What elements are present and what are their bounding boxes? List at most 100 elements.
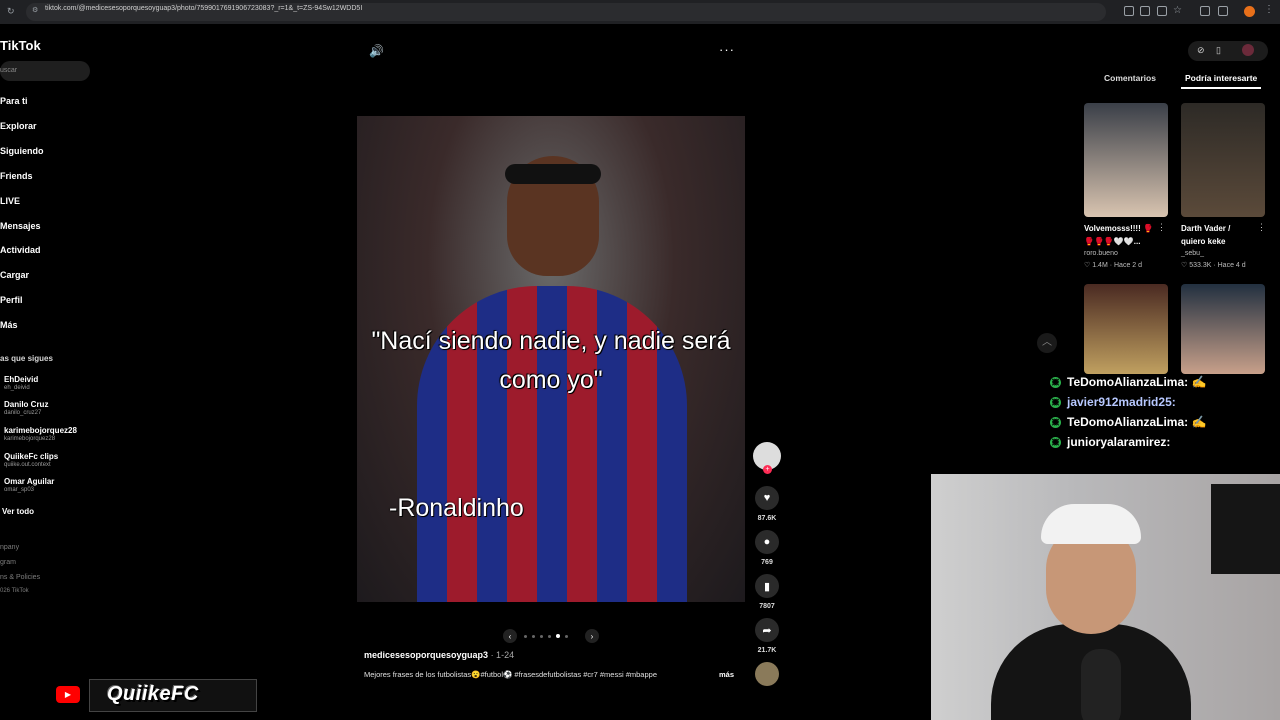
post-caption: Mejores frases de los futbolistas😮#futbo…: [364, 670, 657, 679]
nav-actividad[interactable]: Actividad: [0, 245, 41, 255]
save-count: 7807: [759, 603, 775, 610]
zoom-icon[interactable]: [1140, 6, 1150, 16]
tab-comentarios[interactable]: Comentarios: [1104, 73, 1156, 83]
nav-friends[interactable]: Friends: [0, 171, 33, 181]
translate-icon[interactable]: [1124, 6, 1134, 16]
comment-icon[interactable]: ●: [755, 530, 779, 554]
nav-cargar[interactable]: Cargar: [0, 270, 29, 280]
share-icon[interactable]: ➦: [755, 618, 779, 642]
youtube-icon: ▶: [56, 686, 80, 703]
music-disc[interactable]: [755, 662, 779, 686]
microphone: [1081, 649, 1121, 720]
card-stats: ♡ 533.3K · Hace 4 d: [1181, 262, 1246, 269]
nav-siguiendo[interactable]: Siguiendo: [0, 146, 44, 156]
post-date: · 1-24: [490, 650, 515, 660]
volume-icon[interactable]: 🔊: [369, 44, 384, 58]
extensions-icon[interactable]: [1200, 6, 1210, 16]
following-header: as que sigues: [0, 354, 53, 363]
video-thumbnail[interactable]: [1181, 103, 1265, 217]
chat-user: TeDomoAlianzaLima:: [1067, 375, 1189, 389]
search-input[interactable]: uscar: [0, 61, 90, 81]
chat-user: javier912madrid25:: [1067, 395, 1176, 409]
see-all-link[interactable]: Ver todo: [2, 507, 34, 516]
card-title[interactable]: Darth Vader /: [1181, 224, 1230, 233]
chat-message: ✕ TeDomoAlianzaLima: ✍: [1050, 415, 1206, 429]
bookmark-star-icon[interactable]: ☆: [1173, 5, 1182, 16]
chat-user: TeDomoAlianzaLima:: [1067, 415, 1189, 429]
bookmark-icon[interactable]: ▮: [755, 574, 779, 598]
post-author-line[interactable]: medicesesoporquesoyguap3 · 1-24: [364, 650, 514, 660]
post-username[interactable]: medicesesoporquesoyguap3: [364, 650, 488, 660]
card-subtitle: quiero keke: [1181, 237, 1226, 246]
cast-icon[interactable]: [1157, 6, 1167, 16]
carousel-next-icon[interactable]: ›: [585, 629, 599, 643]
card-title[interactable]: Volvemosss!!!! 🥊: [1084, 224, 1153, 233]
search-placeholder: uscar: [0, 67, 18, 74]
following-name[interactable]: karimebojorquez28: [4, 426, 77, 435]
following-user: quiike.out.context: [4, 462, 51, 468]
sidepanel-icon[interactable]: [1218, 6, 1228, 16]
card-stats: ♡ 1.4M · Hace 2 d: [1084, 262, 1143, 269]
nav-mas[interactable]: Más: [0, 320, 18, 330]
tiktok-logo[interactable]: TikTok: [0, 38, 41, 53]
nav-mensajes[interactable]: Mensajes: [0, 221, 41, 231]
nav-explorar[interactable]: Explorar: [0, 121, 37, 131]
video-thumbnail[interactable]: [1084, 103, 1168, 217]
wall-jersey: [1211, 484, 1280, 574]
profile-avatar[interactable]: [1244, 6, 1255, 17]
more-options-icon[interactable]: ···: [719, 42, 735, 57]
headband: [505, 164, 601, 184]
reload-icon[interactable]: ↻: [7, 6, 15, 17]
following-name[interactable]: Danilo Cruz: [4, 400, 48, 409]
chat-badge-icon: ✕: [1050, 377, 1061, 389]
nav-para-ti[interactable]: Para ti: [0, 96, 28, 106]
following-user: danilo_cruz27: [4, 410, 42, 416]
like-count: 87.6K: [757, 515, 777, 522]
url-text[interactable]: tiktok.com/@medicesesoporquesoyguap3/pho…: [45, 5, 362, 12]
active-tab-indicator: [1181, 87, 1261, 89]
following-name[interactable]: EhDeivid: [4, 375, 38, 384]
more-link[interactable]: más: [719, 670, 734, 679]
chat-emote-icon: ✍: [1191, 375, 1207, 389]
device-icon[interactable]: ▯: [1216, 45, 1221, 56]
footer-link[interactable]: npany: [0, 544, 19, 551]
compass-icon[interactable]: ⊘: [1197, 45, 1205, 56]
card-user[interactable]: _sebu_: [1181, 250, 1204, 257]
streamer-cap: [1041, 504, 1141, 544]
footer-link[interactable]: ns & Policies: [0, 574, 40, 581]
chat-badge-icon: ✕: [1050, 417, 1061, 429]
card-menu-icon[interactable]: ⋮: [1157, 222, 1166, 233]
nav-live[interactable]: LIVE: [0, 196, 20, 206]
browser-menu-icon[interactable]: ⋮: [1264, 4, 1274, 15]
user-avatar[interactable]: [1242, 44, 1254, 56]
follow-plus-icon[interactable]: +: [763, 465, 772, 474]
tab-podria-interesarte[interactable]: Podría interesarte: [1185, 73, 1257, 83]
card-user[interactable]: roro.bueno: [1084, 250, 1118, 257]
footer-copyright: 026 TikTok: [0, 588, 29, 594]
video-thumbnail[interactable]: [1084, 284, 1168, 374]
following-user: karimebojorquez28: [4, 436, 56, 442]
following-user: omar_sp03: [4, 487, 35, 493]
card-subtitle: 🥊🥊🥊🤍🤍...: [1084, 237, 1141, 246]
site-info-icon[interactable]: ⚙: [32, 6, 38, 14]
chat-message: ✕ TeDomoAlianzaLima: ✍: [1050, 375, 1206, 389]
following-name[interactable]: QuiikeFc clips: [4, 452, 58, 461]
following-user: eh_deivid: [4, 385, 30, 391]
webcam-feed: [931, 474, 1280, 720]
chat-user: junioryalaramirez:: [1067, 435, 1171, 449]
brand-name: QuiikeFC: [107, 683, 199, 705]
like-icon[interactable]: ♥: [755, 486, 779, 510]
carousel-prev-icon[interactable]: ‹: [503, 629, 517, 643]
nav-perfil[interactable]: Perfil: [0, 295, 23, 305]
card-menu-icon[interactable]: ⋮: [1257, 222, 1266, 233]
scroll-up-icon[interactable]: ︿: [1037, 333, 1057, 353]
following-name[interactable]: Omar Aguilar: [4, 477, 54, 486]
quote-author: -Ronaldinho: [389, 494, 524, 522]
video-thumbnail[interactable]: [1181, 284, 1265, 374]
quote-text: "Nací siendo nadie, y nadie será como yo…: [371, 327, 731, 394]
footer-link[interactable]: gram: [0, 559, 16, 566]
chat-emote-icon: ✍: [1191, 415, 1207, 429]
post-photo[interactable]: "Nací siendo nadie, y nadie será como yo…: [357, 116, 745, 602]
comment-count: 769: [761, 559, 773, 566]
chat-badge-icon: ✕: [1050, 397, 1061, 409]
